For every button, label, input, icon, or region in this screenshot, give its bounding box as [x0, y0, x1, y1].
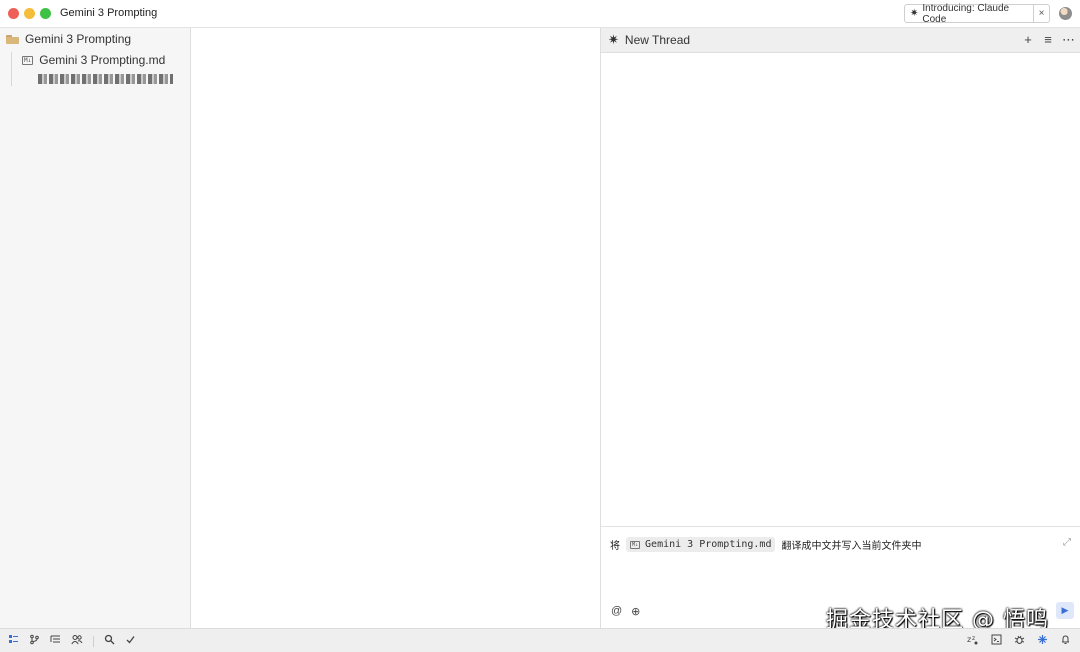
project-folder-label: Gemini 3 Prompting [25, 32, 132, 46]
title-bar: Gemini 3 Prompting ✷ Introducing: Claude… [0, 0, 1080, 28]
folder-icon [6, 34, 19, 44]
close-window-button[interactable] [8, 8, 19, 19]
composer-tools: @ ⊕ [611, 605, 640, 618]
promo-close-button[interactable]: × [1033, 5, 1049, 22]
agent-panel: ✷ New Thread + ≡ ⋯ 将 M↓ Gemini 3 Prompti… [601, 28, 1080, 628]
project-sidebar: Gemini 3 Prompting M↓ Gemini 3 Prompting… [0, 28, 191, 628]
mention-icon[interactable]: @ [611, 605, 622, 618]
user-avatar[interactable] [1059, 7, 1072, 20]
maximize-window-button[interactable] [40, 8, 51, 19]
minimize-window-button[interactable] [24, 8, 35, 19]
svg-text:z: z [972, 635, 975, 642]
status-divider [93, 635, 94, 647]
promo-label: Introducing: Claude Code [922, 2, 1010, 25]
status-bar-right: zz [967, 634, 1071, 648]
context-icon[interactable]: ⊕ [631, 605, 640, 618]
editor-pane[interactable] [191, 28, 601, 628]
promo-link[interactable]: ✷ Introducing: Claude Code [905, 2, 1033, 25]
send-button[interactable]: ▶ [1056, 602, 1074, 619]
debug-icon[interactable] [1014, 634, 1025, 648]
agent-panel-header: ✷ New Thread + ≡ ⋯ [601, 28, 1080, 53]
collaborators-icon[interactable] [71, 634, 83, 648]
spark-icon: ✷ [910, 8, 919, 19]
diagnostics-check-icon[interactable] [125, 634, 136, 648]
markdown-file-icon: M↓ [630, 540, 641, 549]
svg-text:z: z [967, 635, 971, 644]
claude-code-promo-banner: ✷ Introducing: Claude Code × [904, 2, 1050, 25]
sleep-mode-icon[interactable]: zz [967, 634, 979, 648]
composer-message[interactable]: 将 M↓ Gemini 3 Prompting.md 翻译成中文并写入当前文件夹… [610, 537, 921, 552]
file-mention-chip[interactable]: M↓ Gemini 3 Prompting.md [626, 537, 776, 552]
expand-icon[interactable]: ⤢ [1063, 537, 1071, 548]
file-row-gemini-md[interactable]: M↓ Gemini 3 Prompting.md [22, 53, 165, 67]
thread-title: New Thread [624, 33, 691, 47]
terminal-icon[interactable] [991, 634, 1002, 648]
search-icon[interactable] [104, 634, 115, 648]
markdown-file-icon: M↓ [22, 55, 34, 65]
history-icon[interactable]: ≡ [1042, 32, 1054, 48]
outline-icon[interactable] [50, 634, 61, 648]
agent-spark-icon[interactable] [1037, 634, 1048, 648]
project-panel-icon[interactable] [8, 634, 19, 648]
new-thread-icon[interactable]: + [1022, 32, 1034, 48]
spark-icon: ✷ [608, 32, 619, 47]
status-bar-left [8, 634, 136, 648]
project-folder-row[interactable]: Gemini 3 Prompting [6, 32, 131, 46]
git-branch-icon[interactable] [29, 634, 40, 648]
header-actions: + ≡ ⋯ [1022, 32, 1075, 48]
notifications-bell-icon[interactable] [1060, 634, 1071, 648]
window-title: Gemini 3 Prompting [60, 7, 158, 19]
file-mention-label: Gemini 3 Prompting.md [645, 539, 772, 550]
file-label: Gemini 3 Prompting.md [39, 53, 166, 67]
more-options-icon[interactable]: ⋯ [1062, 32, 1075, 48]
tree-indent-guide [11, 52, 12, 86]
message-prefix: 将 [610, 541, 620, 552]
message-suffix: 翻译成中文并写入当前文件夹中 [781, 541, 922, 552]
status-bar: zz [0, 628, 1080, 652]
redacted-file-row[interactable] [38, 74, 173, 84]
